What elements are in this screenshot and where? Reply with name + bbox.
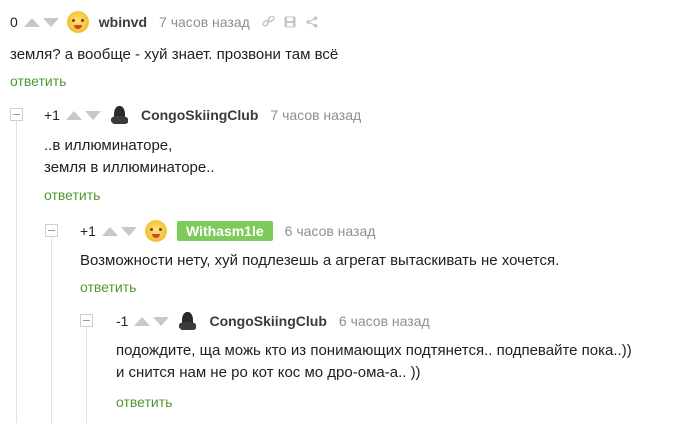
link-icon[interactable] [262,16,275,28]
avatar[interactable] [108,104,131,126]
comment-text-line: и снится нам не ро кот кос мо дро-ома-а.… [116,364,421,381]
reply-link[interactable]: ответить [80,279,136,295]
comment-author[interactable]: Withasm1le [176,221,273,241]
comment-time[interactable]: 7 часов назад [270,107,361,123]
downvote-icon[interactable] [84,110,101,120]
thread-line [16,120,17,423]
collapse-toggle[interactable] [80,314,93,327]
comment-body: Возможности нету, хуй подлезешь а агрега… [80,250,559,272]
comment-time[interactable]: 6 часов назад [285,223,376,239]
comment-text-line: земля? а вообще - хуй знает. прозвони та… [10,46,339,63]
comment-author[interactable]: wbinvd [99,14,147,30]
collapse-toggle[interactable] [10,108,23,121]
upvote-icon[interactable] [65,110,82,120]
comment-rating: 0 [10,14,18,30]
comment-rating: +1 [44,107,60,123]
share-icon[interactable] [306,16,318,28]
thread-line [51,232,52,423]
thread-line [86,322,87,423]
comment-body: земля? а вообще - хуй знает. прозвони та… [10,44,338,66]
comment-header: 0 wbinvd 7 часов назад [10,10,328,34]
upvote-icon[interactable] [23,17,40,27]
comment-rating: +1 [80,223,96,239]
comment-header: +1 CongoSkiingClub 7 часов назад [44,103,373,127]
downvote-icon[interactable] [42,17,59,27]
upvote-icon[interactable] [134,316,151,326]
reply-link[interactable]: ответить [10,73,66,89]
comment-author[interactable]: CongoSkiingClub [209,313,326,329]
comment-body: подождите, ща можь кто из понимающих под… [116,340,632,384]
reply-link[interactable]: ответить [116,394,172,410]
downvote-icon[interactable] [153,316,170,326]
comment-body: ..в иллюминаторе, земля в иллюминаторе.. [44,135,215,179]
downvote-icon[interactable] [120,226,137,236]
comment-header: -1 CongoSkiingClub 6 часов назад [116,309,442,333]
comment-header: +1 Withasm1le 6 часов назад [80,219,387,243]
save-icon[interactable] [284,16,296,28]
comment-time[interactable]: 7 часов назад [159,14,250,30]
avatar[interactable] [177,310,200,332]
comment-rating: -1 [116,313,129,329]
comment-text-line: подождите, ща можь кто из понимающих под… [116,342,632,359]
comment-time[interactable]: 6 часов назад [339,313,430,329]
comment-author[interactable]: CongoSkiingClub [141,107,258,123]
avatar[interactable] [144,220,167,242]
comment-text-line: ..в иллюминаторе, [44,137,173,154]
upvote-icon[interactable] [101,226,118,236]
comment-text-line: земля в иллюминаторе.. [44,159,215,176]
comment-text-line: Возможности нету, хуй подлезешь а агрега… [80,252,560,269]
reply-link[interactable]: ответить [44,187,100,203]
avatar[interactable] [66,11,89,33]
collapse-toggle[interactable] [45,224,58,237]
